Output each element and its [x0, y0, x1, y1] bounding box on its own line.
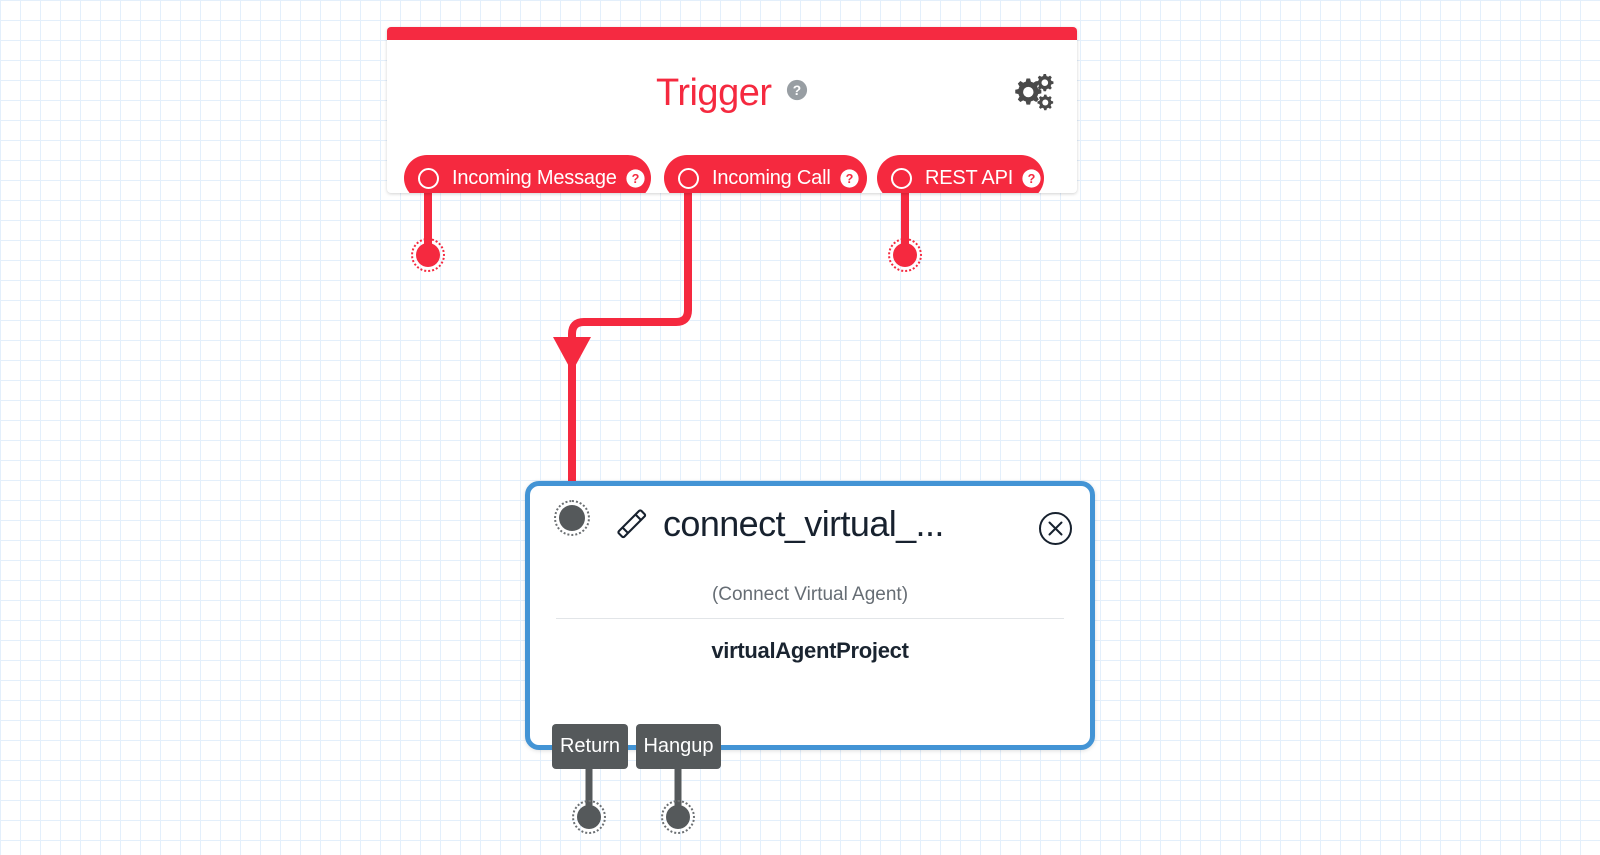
trigger-title: Trigger [656, 72, 772, 114]
help-circle-icon[interactable]: ? [839, 168, 859, 188]
help-circle-icon[interactable]: ? [626, 168, 645, 188]
trigger-option-label: Incoming Message [452, 166, 617, 189]
output-tab-hangup[interactable]: Hangup [636, 724, 721, 769]
input-port-action-node[interactable] [554, 500, 590, 536]
radio-icon[interactable] [418, 167, 439, 189]
wire-arrowhead [553, 337, 591, 372]
port-dot [577, 805, 601, 829]
action-node-connect-virtual-agent[interactable]: connect_virtual_... (Connect Virtual Age… [525, 481, 1095, 750]
action-node-title-wrap: connect_virtual_... [614, 503, 944, 545]
output-tab-return[interactable]: Return [552, 724, 628, 769]
divider [556, 618, 1064, 619]
wire-incoming-call [568, 172, 692, 512]
action-node-title: connect_virtual_... [663, 503, 944, 544]
svg-text:?: ? [793, 83, 801, 98]
output-port-incoming-message[interactable] [411, 238, 445, 272]
radio-icon[interactable] [678, 167, 699, 189]
svg-text:?: ? [631, 171, 639, 185]
action-node-subtitle: (Connect Virtual Agent) [711, 584, 909, 605]
action-node-parameter: virtualAgentProject [711, 638, 909, 663]
port-dot [666, 805, 690, 829]
radio-icon[interactable] [891, 167, 912, 189]
trigger-option-rest-api[interactable]: REST API ? [877, 155, 1044, 193]
trigger-option-incoming-message[interactable]: Incoming Message ? [404, 155, 651, 193]
svg-text:?: ? [1028, 171, 1036, 185]
output-port-rest-api[interactable] [888, 238, 922, 272]
port-dot [893, 243, 917, 267]
cogs-icon[interactable] [1010, 72, 1055, 112]
action-node-header: connect_virtual_... [530, 486, 1090, 568]
trigger-option-label: REST API [925, 166, 1014, 189]
trigger-option-incoming-call[interactable]: Incoming Call ? [664, 155, 867, 193]
output-port-hangup[interactable] [661, 800, 695, 834]
trigger-option-label: Incoming Call [712, 166, 831, 189]
port-dot [559, 505, 585, 531]
trigger-node[interactable]: Trigger ? Incoming Message ? Incoming Ca… [387, 27, 1077, 193]
help-circle-icon[interactable]: ? [1022, 168, 1041, 188]
trigger-options: Incoming Message ? Incoming Call ? REST … [387, 155, 1077, 193]
trigger-title-row: Trigger ? [387, 74, 1077, 112]
close-circle-icon[interactable] [1038, 511, 1073, 546]
trigger-accent-bar [387, 27, 1077, 40]
output-tab-label: Return [559, 735, 621, 757]
port-dot [416, 243, 440, 267]
svg-text:?: ? [845, 171, 853, 185]
flow-canvas[interactable]: Trigger ? Incoming Message ? Incoming Ca… [0, 0, 1600, 855]
output-port-return[interactable] [572, 800, 606, 834]
phone-handset-icon [614, 507, 648, 541]
output-tab-label: Hangup [643, 735, 714, 757]
trigger-help-icon[interactable]: ? [786, 79, 808, 101]
